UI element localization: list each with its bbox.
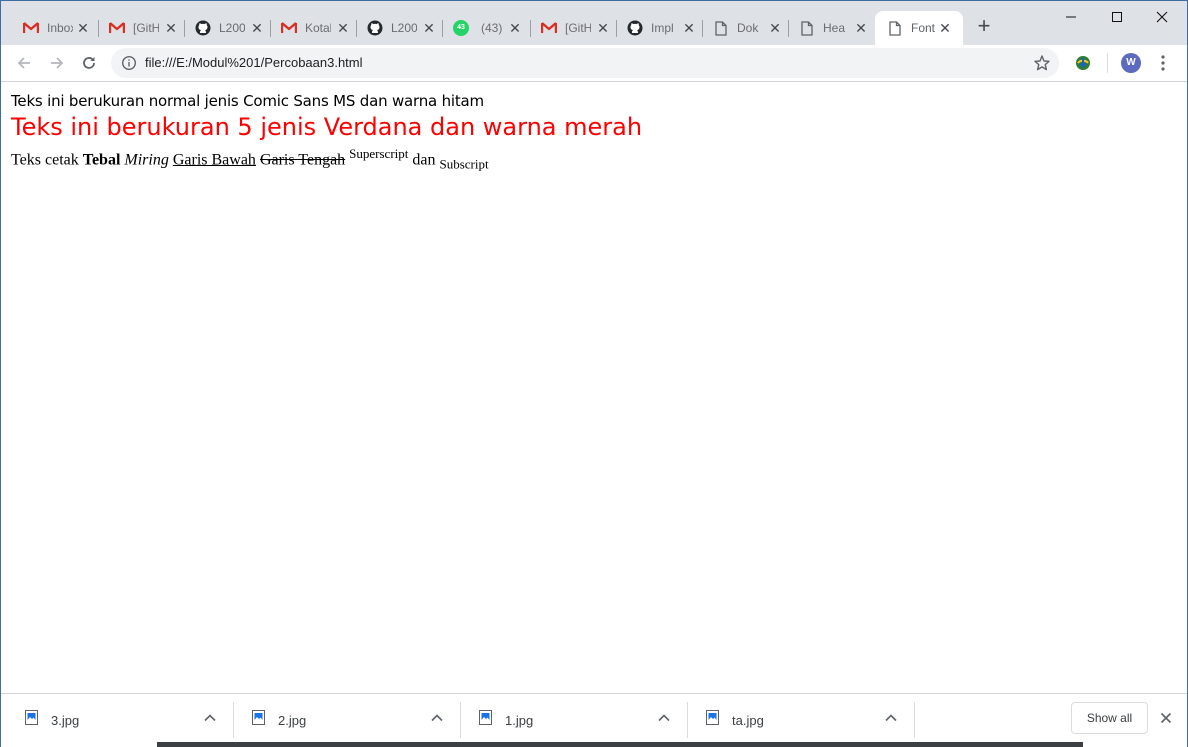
download-item[interactable]: 1.jpg [479,694,679,744]
taskbar-strip [157,742,1083,747]
italic-text: Miring [124,151,169,169]
tab-title: L200 [391,21,417,35]
image-file-icon [706,710,719,725]
image-file-icon [252,710,265,725]
tab-title: Font [911,21,936,35]
download-separator [233,702,234,738]
url-text[interactable]: file:///E:/Modul%201/Percobaan3.html [145,55,363,71]
window-close-button[interactable] [1139,3,1185,31]
download-item[interactable]: 2.jpg [252,694,452,744]
show-all-button[interactable]: Show all [1071,702,1148,734]
chevron-up-icon[interactable] [430,711,444,725]
download-filename: 1.jpg [505,713,534,728]
tab-inbox[interactable]: Inbox ✕ [1,11,99,45]
github-icon [627,20,643,36]
maximize-button[interactable] [1094,3,1140,31]
strikethrough-text: Garis Tengah [259,151,346,169]
underline-text: Garis Bawah [172,151,256,169]
gmail-icon [541,20,557,36]
verdana-red-line: Teks ini berukuran 5 jenis Verdana dan w… [11,113,643,141]
tab-title: Inbox [47,21,73,35]
tab-title: [GitHub] [565,21,591,35]
gmail-icon [23,20,39,36]
download-separator [460,702,461,738]
download-filename: 3.jpg [51,713,80,728]
chevron-up-icon[interactable] [884,711,898,725]
document-icon [887,20,903,36]
forward-arrow-icon [51,57,64,69]
close-icon[interactable]: ✕ [937,19,953,37]
download-filename: ta.jpg [732,713,764,728]
github-icon [367,20,383,36]
document-icon [713,20,729,36]
tab-title: [GitHub] [133,21,159,35]
profile-avatar[interactable]: W [1121,53,1141,73]
gmail-icon [281,20,297,36]
superscript-text: Superscript [349,146,409,161]
tab-title: Kotak [305,21,331,35]
tab-dok[interactable]: Dok ✕ [691,11,789,45]
browser-toolbar: file:///E:/Modul%201/Percobaan3.html [1,45,1187,82]
tab-title: Hea [823,21,846,35]
gmail-icon [109,20,125,36]
tab-github-mail-1[interactable]: [GitHub] ✕ [87,11,185,45]
tab-hea[interactable]: Hea ✕ [777,11,875,45]
download-separator [687,702,688,738]
plain-text: dan [412,151,436,169]
bookmark-star-icon[interactable] [1033,54,1051,72]
more-menu-icon[interactable] [1154,53,1172,73]
tab-strip: Inbox ✕ [GitHub] ✕ L200 ✕ Kotak ✕ [1,1,1187,45]
back-button[interactable] [13,52,35,74]
download-shelf: 3.jpg 2.jpg 1.jpg ta.jpg Show all [1,693,1187,747]
tab-impl[interactable]: Impl ✕ [605,11,703,45]
tab-font-active[interactable]: Font ✕ [875,11,963,45]
toolbar-separator [1107,53,1108,73]
new-tab-button[interactable]: + [973,15,995,38]
unread-badge: 43 [457,24,465,31]
tab-l200-1[interactable]: L200 ✕ [173,11,271,45]
back-arrow-icon [17,57,30,69]
subscript-text: Subscript [439,156,489,172]
reload-icon [83,57,95,69]
download-item[interactable]: 3.jpg [25,694,225,744]
image-file-icon [479,710,492,725]
tab-kotak[interactable]: Kotak ✕ [259,11,357,45]
close-icon[interactable] [1158,710,1174,726]
chevron-up-icon[interactable] [203,711,217,725]
address-bar[interactable]: file:///E:/Modul%201/Percobaan3.html [111,48,1059,78]
download-filename: 2.jpg [278,713,307,728]
close-icon[interactable]: ✕ [853,19,869,37]
tab-l200-2[interactable]: L200 ✕ [345,11,443,45]
document-icon [799,20,815,36]
github-icon [195,20,211,36]
tab-title: (43) [481,21,503,35]
bold-text: Tebal [82,151,121,169]
tab-title: L200 [219,21,245,35]
download-separator [914,702,915,738]
tab-github-mail-2[interactable]: [GitHub] ✕ [519,11,617,45]
info-icon[interactable] [121,55,137,71]
plain-text: Teks cetak [11,151,79,169]
formatting-line: Teks cetak Tebal Miring Garis Bawah Gari… [11,146,489,173]
tab-title: Impl [651,21,674,35]
whatsapp-icon: 43 [453,20,469,36]
minimize-button[interactable] [1048,3,1094,31]
reload-button[interactable] [78,52,100,74]
forward-button[interactable] [46,52,68,74]
chevron-up-icon[interactable] [657,711,671,725]
tab-whatsapp[interactable]: 43 (43) ✕ [431,11,531,45]
download-item[interactable]: ta.jpg [706,694,906,744]
tab-title: Dok [737,21,759,35]
page-content: Teks ini berukuran normal jenis Comic Sa… [1,83,1187,693]
comic-sans-line: Teks ini berukuran normal jenis Comic Sa… [11,92,484,110]
image-file-icon [25,710,38,725]
download-manager-extension-icon[interactable] [1074,54,1092,72]
browser-window: Inbox ✕ [GitHub] ✕ L200 ✕ Kotak ✕ [0,0,1188,747]
